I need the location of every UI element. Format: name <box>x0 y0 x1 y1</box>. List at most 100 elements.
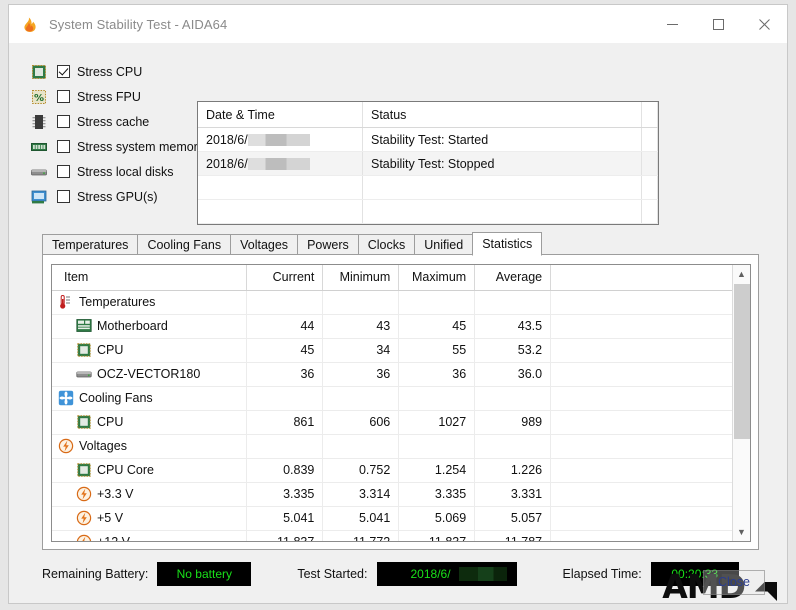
stat-average-cell: 53.2 <box>474 338 552 363</box>
stress-memory-checkbox[interactable] <box>57 140 70 153</box>
scroll-down-icon[interactable]: ▼ <box>733 523 750 541</box>
log-col-extra[interactable] <box>641 102 658 128</box>
stress-cache-checkbox[interactable] <box>57 115 70 128</box>
stat-item-cell: CPU Core <box>52 458 248 483</box>
gpu-card-icon <box>31 189 47 205</box>
stat-average-cell: 11.787 <box>474 530 552 541</box>
stat-spacer-cell <box>550 530 732 541</box>
stress-gpu-checkbox[interactable] <box>57 190 70 203</box>
tab-temperatures[interactable]: Temperatures <box>42 234 138 255</box>
redacted-date-block <box>458 567 507 581</box>
stat-maximum-cell: 36 <box>398 362 476 387</box>
stat-maximum-cell <box>398 434 476 459</box>
stat-average-cell <box>474 386 552 411</box>
stress-option-cpu[interactable]: Stress CPU <box>31 61 196 82</box>
close-button[interactable] <box>741 5 787 43</box>
table-row[interactable]: CPU 45 34 55 53.2 <box>52 338 732 363</box>
table-row[interactable]: Cooling Fans <box>52 386 732 411</box>
tab-clocks[interactable]: Clocks <box>357 234 415 255</box>
log-cell-status: Stability Test: Stopped <box>362 151 642 176</box>
stat-average-cell: 989 <box>474 410 552 435</box>
stat-item-cell: +3.3 V <box>52 482 248 507</box>
thermometer-icon <box>58 294 74 310</box>
tab-powers[interactable]: Powers <box>297 234 358 255</box>
statistics-table: Item Current Minimum Maximum Average Tem… <box>52 265 732 541</box>
log-col-datetime[interactable]: Date & Time <box>198 102 363 128</box>
svg-text:%: % <box>34 93 44 104</box>
stress-cpu-checkbox[interactable] <box>57 65 70 78</box>
table-row[interactable]: 2018/6/ Stability Test: Stopped <box>198 151 658 176</box>
stress-fpu-checkbox[interactable] <box>57 90 70 103</box>
table-row[interactable]: Temperatures <box>52 290 732 315</box>
stat-col-maximum[interactable]: Maximum <box>398 265 476 291</box>
stat-maximum-cell: 45 <box>398 314 476 339</box>
statistics-scrollbar[interactable]: ▲ ▼ <box>732 265 750 541</box>
stat-spacer-cell <box>550 314 732 339</box>
stress-option-label: Stress CPU <box>77 64 143 79</box>
stat-col-minimum[interactable]: Minimum <box>322 265 400 291</box>
table-row[interactable]: +3.3 V 3.335 3.314 3.335 3.331 <box>52 482 732 507</box>
stat-current-cell: 44 <box>246 314 324 339</box>
table-row[interactable]: CPU Core 0.839 0.752 1.254 1.226 <box>52 458 732 483</box>
stat-col-item[interactable]: Item <box>52 265 248 291</box>
voltage-bolt-icon <box>76 534 92 541</box>
table-row[interactable]: +5 V 5.041 5.041 5.069 5.057 <box>52 506 732 531</box>
table-row[interactable] <box>198 199 658 224</box>
stat-current-cell <box>246 386 324 411</box>
stat-col-current[interactable]: Current <box>246 265 324 291</box>
stat-spacer-cell <box>550 482 732 507</box>
stat-group-cell: Temperatures <box>52 290 248 315</box>
minimize-button[interactable] <box>649 5 695 43</box>
remaining-battery-label: Remaining Battery: <box>42 567 149 581</box>
table-row[interactable]: +12 V11.83711.77211.83711.787 <box>52 530 732 541</box>
stress-option-label: Stress system memory <box>77 139 205 154</box>
tab-unified[interactable]: Unified <box>414 234 473 255</box>
stat-maximum-cell: 11.837 <box>398 530 476 541</box>
table-row[interactable]: Voltages <box>52 434 732 459</box>
memory-stick-icon <box>31 139 47 155</box>
stress-disks-checkbox[interactable] <box>57 165 70 178</box>
stress-option-label: Stress local disks <box>77 164 174 179</box>
stat-col-average[interactable]: Average <box>474 265 552 291</box>
stat-average-cell: 43.5 <box>474 314 552 339</box>
close-overlay-button[interactable]: Close <box>703 570 765 595</box>
stress-option-system-memory[interactable]: Stress system memory <box>31 136 204 157</box>
stat-item-cell: +5 V <box>52 506 248 531</box>
table-row[interactable]: OCZ-VECTOR180 36 36 36 36.0 <box>52 362 732 387</box>
table-row[interactable]: Motherboard 44 43 45 43.5 <box>52 314 732 339</box>
maximize-button[interactable] <box>695 5 741 43</box>
tab-cooling-fans[interactable]: Cooling Fans <box>137 234 231 255</box>
table-row[interactable] <box>198 175 658 200</box>
scroll-up-icon[interactable]: ▲ <box>733 265 750 283</box>
stat-item-cell: OCZ-VECTOR180 <box>52 362 248 387</box>
cpu-chip-icon <box>76 462 92 478</box>
status-log-panel[interactable]: Date & Time Status 2018/6/ Stability Tes… <box>197 101 659 225</box>
stat-spacer-cell <box>550 506 732 531</box>
hard-disk-icon <box>76 366 92 382</box>
tab-voltages[interactable]: Voltages <box>230 234 298 255</box>
statistics-header-row: Item Current Minimum Maximum Average <box>52 265 732 291</box>
log-cell-datetime: 2018/6/ <box>198 127 363 152</box>
stress-option-cache[interactable]: Stress cache <box>31 111 196 132</box>
stat-group-cell: Cooling Fans <box>52 386 248 411</box>
stress-option-local-disks[interactable]: Stress local disks <box>31 161 196 182</box>
scrollbar-thumb[interactable] <box>734 284 750 439</box>
stress-option-gpu[interactable]: Stress GPU(s) <box>31 186 196 207</box>
log-col-status[interactable]: Status <box>362 102 642 128</box>
stat-average-cell: 1.226 <box>474 458 552 483</box>
cache-chip-icon <box>31 114 47 130</box>
fan-icon <box>58 390 74 406</box>
log-header-row: Date & Time Status <box>198 102 658 128</box>
tab-statistics[interactable]: Statistics <box>472 232 543 256</box>
table-row[interactable] <box>198 223 658 224</box>
log-cell-status: Stability Test: Started <box>362 127 642 152</box>
table-row[interactable]: CPU 861 606 1027 989 <box>52 410 732 435</box>
table-row[interactable]: 2018/6/ Stability Test: Started <box>198 127 658 152</box>
stat-current-cell: 11.837 <box>246 530 324 541</box>
status-log-table: Date & Time Status 2018/6/ Stability Tes… <box>198 102 658 224</box>
stress-option-fpu[interactable]: % Stress FPU <box>31 86 196 107</box>
stat-current-cell: 3.335 <box>246 482 324 507</box>
stress-option-label: Stress FPU <box>77 89 141 104</box>
stat-minimum-cell <box>322 386 400 411</box>
stat-item-cell: Motherboard <box>52 314 248 339</box>
